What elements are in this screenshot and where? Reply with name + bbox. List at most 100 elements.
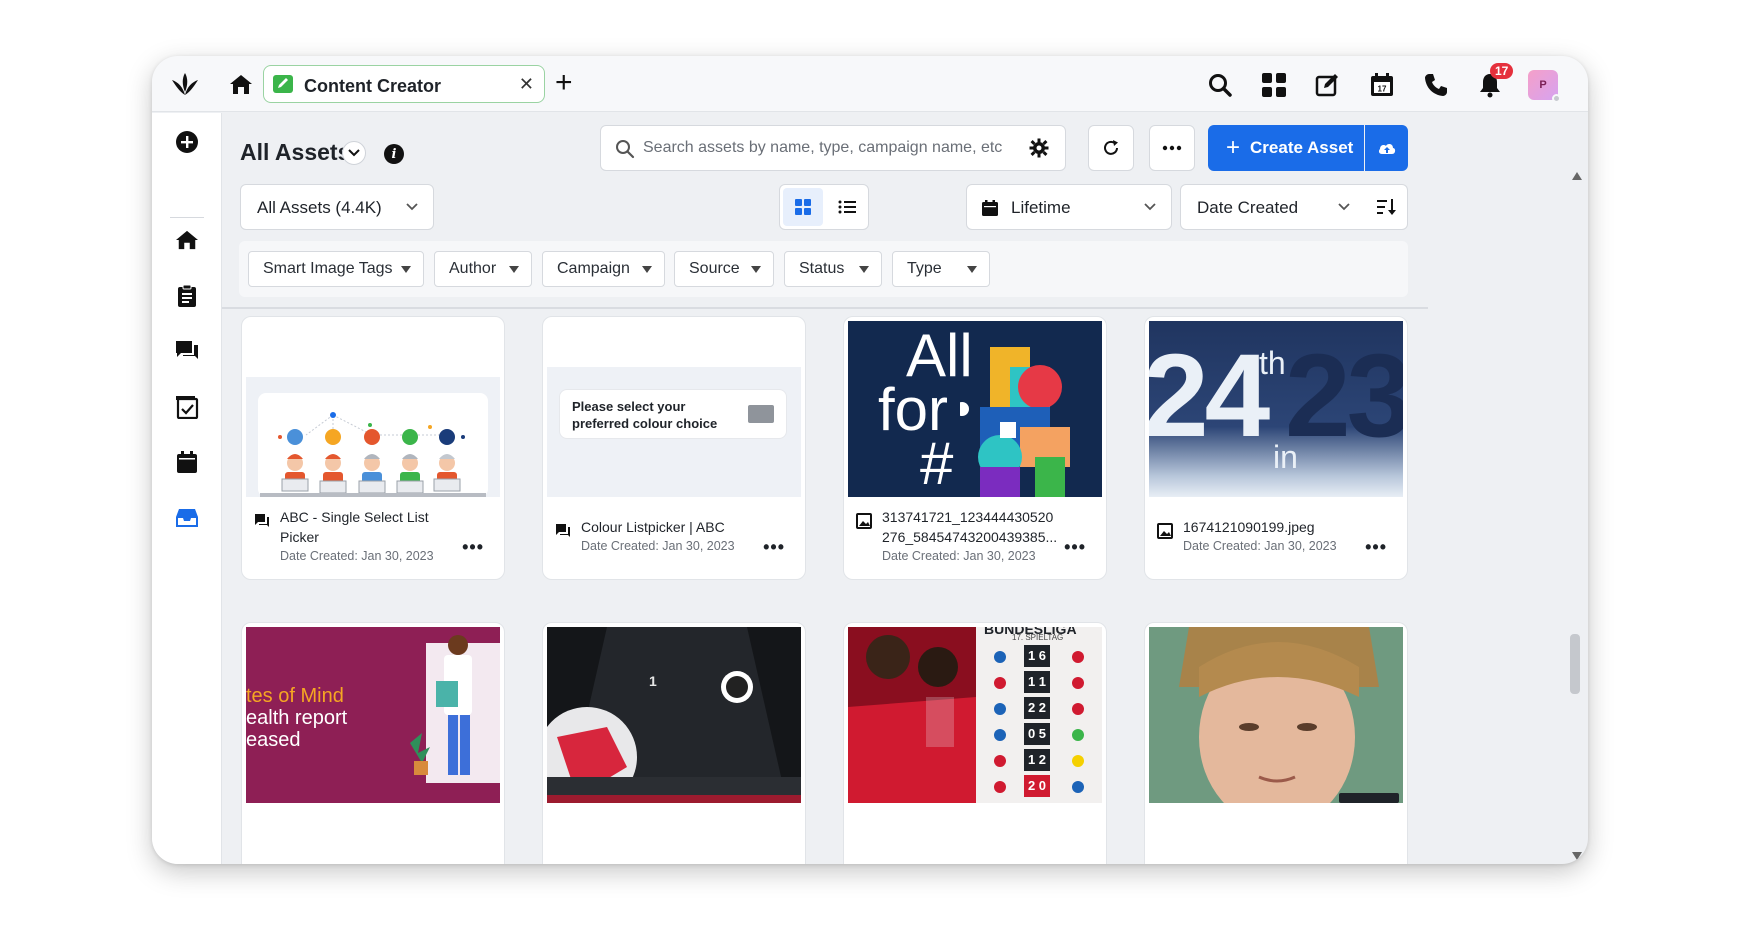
scrollbar[interactable]: [1568, 170, 1584, 864]
asset-grid: ABC - Single Select List Picker Date Cre…: [222, 309, 1588, 864]
filter-source[interactable]: Source: [674, 251, 774, 287]
caret-down-icon: [967, 266, 977, 273]
calendar-check-icon: [176, 396, 199, 419]
scroll-down-icon[interactable]: [1572, 852, 1582, 860]
avatar[interactable]: P: [1528, 70, 1561, 103]
sidebar-item-assets[interactable]: [174, 505, 200, 531]
tab-content-creator[interactable]: Content Creator ✕: [263, 65, 545, 103]
filter-label: Campaign: [557, 260, 630, 277]
asset-card[interactable]: tes of Mind ealth report eased: [241, 622, 505, 864]
more-horizontal-icon: [1162, 145, 1182, 151]
clipboard-icon: [178, 284, 196, 307]
player-portrait-photo: [1149, 627, 1403, 803]
card-meta: 1674121090199.jpeg Date Created: Jan 30,…: [1145, 501, 1407, 577]
refresh-button[interactable]: [1088, 125, 1134, 171]
date-range-select[interactable]: Lifetime: [966, 184, 1172, 230]
more-options-button[interactable]: [1149, 125, 1195, 171]
image-icon: [1157, 523, 1173, 539]
upload-button[interactable]: [1365, 125, 1408, 171]
asset-card[interactable]: ABC - Single Select List Picker Date Cre…: [241, 316, 505, 580]
plus-icon: +: [1226, 134, 1241, 161]
thumb-mini-image: [748, 405, 774, 423]
list-view-button[interactable]: [827, 188, 867, 226]
asset-card[interactable]: All for # 313741721_123444430520 276_584…: [843, 316, 1107, 580]
svg-text:17: 17: [1378, 85, 1387, 94]
cloud-upload-icon: [1378, 143, 1395, 154]
grid-view-button[interactable]: [783, 188, 823, 226]
phone-icon[interactable]: [1420, 69, 1452, 101]
card-more-button[interactable]: •••: [763, 537, 785, 558]
app-window: Content Creator ✕ + 17 17 P All Assets i…: [152, 56, 1588, 864]
scrollbar-thumb[interactable]: [1570, 634, 1580, 694]
matchday-label: 17. SPIELTAG: [1012, 633, 1064, 642]
calendar-icon[interactable]: 17: [1366, 69, 1398, 101]
asset-card[interactable]: 1: [542, 622, 806, 864]
card-title: 313741721_123444430520 276_5845474320043…: [882, 507, 1062, 547]
doctor-illustration: [410, 635, 500, 783]
asset-card[interactable]: BUNDESLIGA 17. SPIELTAG 1 6 1 1 2 2 0 5 …: [843, 622, 1107, 864]
apps-grid-icon[interactable]: [1258, 69, 1290, 101]
create-asset-button[interactable]: + Create Asset: [1208, 125, 1364, 171]
add-tab-button[interactable]: +: [555, 68, 573, 98]
asset-card[interactable]: 24 th 23 in 1674121090199.jpeg Date Crea…: [1144, 316, 1408, 580]
card-title: ABC - Single Select List Picker: [280, 507, 460, 547]
scroll-up-icon[interactable]: [1572, 172, 1582, 180]
asset-card[interactable]: [1144, 622, 1408, 864]
filter-campaign[interactable]: Campaign: [542, 251, 665, 287]
thumb-text-line1: tes of Mind: [246, 685, 344, 707]
jersey-number: 1: [649, 673, 657, 689]
sort-by-select[interactable]: Date Created: [1180, 184, 1366, 230]
filter-type[interactable]: Type: [892, 251, 990, 287]
presence-dot: [1552, 94, 1561, 103]
create-asset-label: Create Asset: [1250, 138, 1354, 157]
thumb-text-line3: #: [920, 430, 954, 497]
asset-thumbnail: 24 th 23 in: [1149, 321, 1403, 497]
caret-down-icon: [859, 266, 869, 273]
caret-down-icon: [401, 266, 411, 273]
edit-square-icon: [273, 75, 293, 93]
card-more-button[interactable]: •••: [1064, 537, 1086, 558]
sort-direction-button[interactable]: [1365, 184, 1408, 230]
asset-thumbnail: tes of Mind ealth report eased: [246, 627, 500, 803]
card-meta: 313741721_123444430520 276_5845474320043…: [844, 501, 1106, 577]
gear-icon[interactable]: [1029, 138, 1049, 158]
thumb-text-big-right: 23: [1285, 330, 1403, 462]
inbox-tray-icon: [176, 509, 198, 527]
chevron-down-icon: [406, 203, 418, 211]
sidebar-item-approvals[interactable]: [174, 394, 200, 420]
info-icon[interactable]: i: [384, 144, 404, 164]
sidebar-item-calendar[interactable]: [174, 449, 200, 475]
thumb-text-line2: preferred colour choice: [572, 416, 718, 431]
caret-down-icon: [751, 266, 761, 273]
sidebar: [152, 113, 222, 864]
plus-circle-icon: [176, 131, 198, 153]
chat-icon: [556, 524, 570, 537]
sidebar-item-tasks[interactable]: [174, 283, 200, 309]
card-date: Date Created: Jan 30, 2023: [1183, 539, 1337, 553]
bell-icon[interactable]: 17: [1474, 63, 1514, 101]
app-logo-icon[interactable]: [170, 70, 200, 98]
asset-scope-select[interactable]: All Assets (4.4K): [240, 184, 434, 230]
compose-icon[interactable]: [1312, 69, 1344, 101]
sidebar-item-home[interactable]: [174, 227, 200, 253]
caret-down-icon: [642, 266, 652, 273]
home-icon[interactable]: [228, 72, 254, 96]
search-input[interactable]: [643, 134, 1023, 162]
search-icon[interactable]: [1204, 69, 1236, 101]
filter-author[interactable]: Author: [434, 251, 532, 287]
date-range-value: Lifetime: [1011, 198, 1071, 217]
thumb-text-line1: Please select your: [572, 399, 686, 414]
chevron-down-icon: [348, 149, 360, 157]
filter-status[interactable]: Status: [784, 251, 882, 287]
sidebar-item-create[interactable]: [174, 129, 200, 155]
asset-thumbnail: [246, 321, 500, 497]
asset-card[interactable]: Please select your preferred colour choi…: [542, 316, 806, 580]
card-more-button[interactable]: •••: [1365, 537, 1387, 558]
filter-smart-image-tags[interactable]: Smart Image Tags: [248, 251, 424, 287]
sidebar-item-conversations[interactable]: [174, 338, 200, 364]
card-more-button[interactable]: •••: [462, 537, 484, 558]
title-dropdown-button[interactable]: [342, 141, 366, 165]
close-icon[interactable]: ✕: [519, 74, 534, 95]
abstract-shapes-art: [960, 347, 1070, 497]
top-actions: 17 17 P: [1204, 63, 1561, 103]
